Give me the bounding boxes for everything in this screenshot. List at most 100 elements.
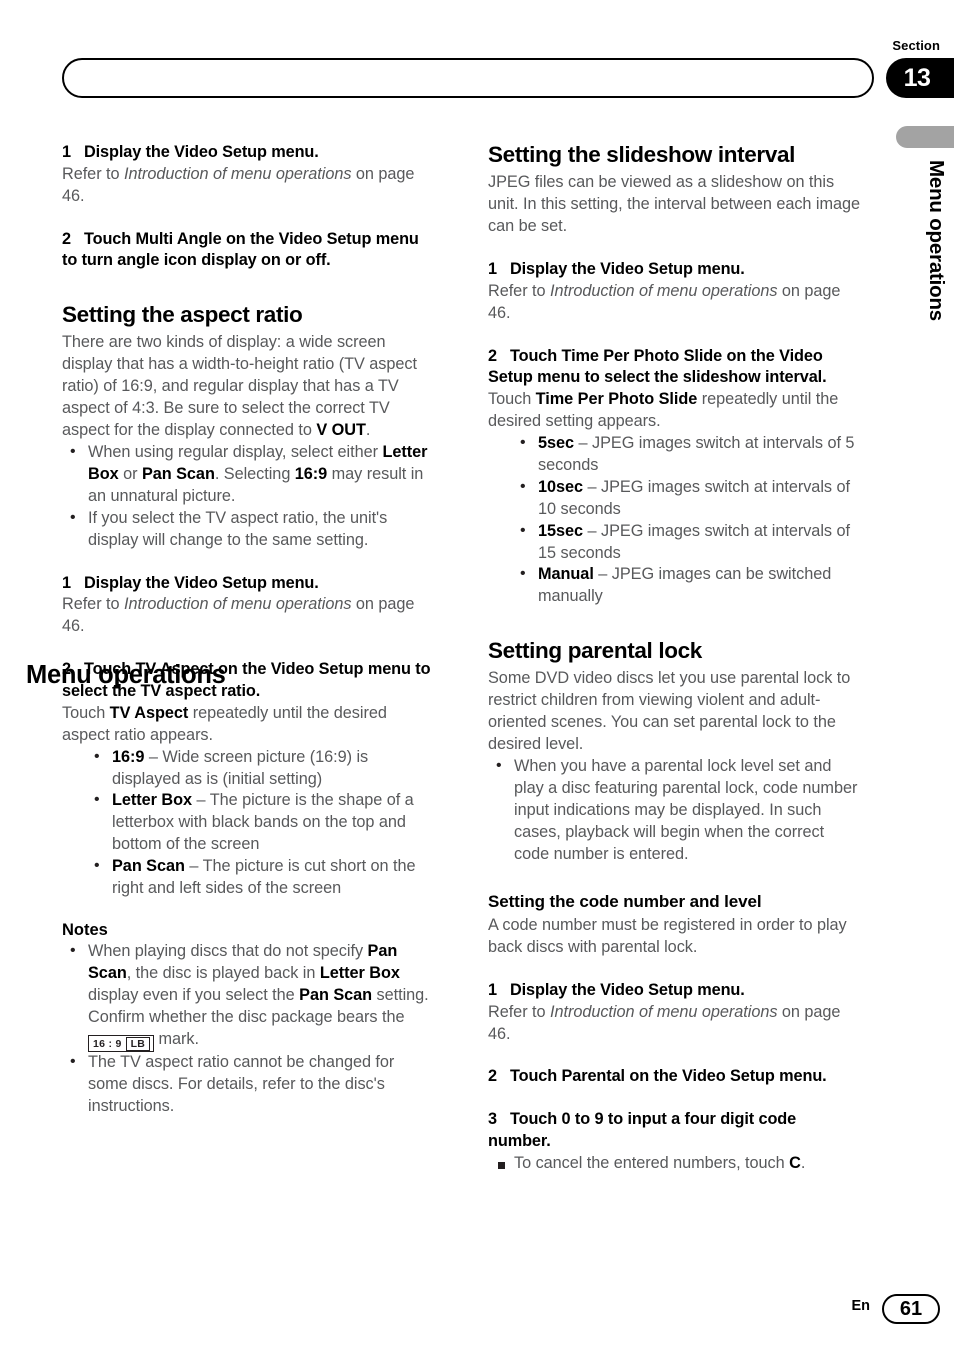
time-per-photo-slide-term: Time Per Photo Slide xyxy=(535,390,698,409)
footer-language: En xyxy=(851,1298,870,1314)
step-number: 2 xyxy=(62,229,71,248)
side-tab-label: Menu operations xyxy=(925,160,948,322)
right-column: Setting the slideshow interval JPEG file… xyxy=(488,142,860,1175)
step-touch-time-per-photo-slide: 2 Touch Time Per Photo Slide on the Video… xyxy=(488,346,860,390)
footer-page-number: 61 xyxy=(882,1294,940,1324)
list-item: The TV aspect ratio cannot be changed fo… xyxy=(62,1051,434,1118)
list-item: To cancel the entered numbers, touch C. xyxy=(488,1153,860,1175)
list-item: 5sec – JPEG images switch at intervals o… xyxy=(512,432,860,477)
code-number-intro: A code number must be registered in orde… xyxy=(488,916,847,956)
text-part: Touch xyxy=(488,390,536,409)
left-column: 1 Display the Video Setup menu. Refer to … xyxy=(62,142,434,1118)
step-text: Display the Video Setup menu. xyxy=(83,573,319,592)
step-number: 2 xyxy=(488,1067,497,1086)
text-part: mark. xyxy=(154,1029,200,1048)
option-desc: – JPEG images switch at intervals of 15 … xyxy=(538,521,850,562)
option-term: Manual xyxy=(538,565,594,584)
step-number: 2 xyxy=(62,660,71,679)
page-title-pill xyxy=(62,58,874,98)
step-text: Display the Video Setup menu. xyxy=(83,143,319,161)
notes-list: When playing discs that do not specify P… xyxy=(62,940,434,1118)
section-label: Section xyxy=(892,38,940,53)
list-item: When you have a parental lock level set … xyxy=(488,755,860,866)
parental-lock-intro: Some DVD video discs let you use parenta… xyxy=(488,669,851,754)
panscan-term: Pan Scan xyxy=(141,464,215,483)
step-touch-parental: 2 Touch Parental on the Video Setup menu. xyxy=(488,1066,860,1088)
option-term: Letter Box xyxy=(112,791,193,810)
cancel-note-list: To cancel the entered numbers, touch C. xyxy=(488,1153,860,1175)
step-text: Display the Video Setup menu. xyxy=(509,980,745,999)
slideshow-intro: JPEG files can be viewed as a slideshow … xyxy=(488,173,860,235)
list-item: Pan Scan – The picture is cut short on t… xyxy=(86,855,434,900)
step-number: 3 xyxy=(488,1110,497,1129)
heading-setting-aspect-ratio: Setting the aspect ratio xyxy=(62,302,303,328)
mark-lb-text: LB xyxy=(125,1037,151,1051)
step-refer-note-1: Refer to Introduction of menu operations… xyxy=(62,164,434,208)
tv-aspect-term: TV Aspect xyxy=(109,703,189,722)
text-part: When playing discs that do not specify xyxy=(88,942,368,960)
list-item: 16:9 – Wide screen picture (16:9) is dis… xyxy=(86,746,434,791)
text-part: To cancel the entered numbers, touch xyxy=(514,1153,790,1172)
step-text: Display the Video Setup menu. xyxy=(509,259,745,278)
option-term: 5sec xyxy=(538,434,575,453)
step-number: 1 xyxy=(488,259,497,278)
option-term: Pan Scan xyxy=(112,857,185,876)
time-per-photo-sub-instruction: Touch Time Per Photo Slide repeatedly un… xyxy=(488,389,860,433)
step-display-video-setup-slideshow: 1 Display the Video Setup menu. xyxy=(488,259,860,281)
option-term: 10sec xyxy=(538,477,584,496)
ratio-term: 16:9 xyxy=(294,464,328,483)
refer-italic-title: Introduction of menu operations xyxy=(124,164,352,183)
text-part: or xyxy=(118,464,142,483)
text-part: When using regular display, select eithe… xyxy=(88,443,383,462)
refer-prefix: Refer to xyxy=(488,281,550,300)
list-item: 10sec – JPEG images switch at intervals … xyxy=(512,476,860,521)
letterbox-term: Letter Box xyxy=(319,963,400,982)
side-tab-marker xyxy=(896,126,954,148)
step-refer-note-2: Refer to Introduction of menu operations… xyxy=(62,594,434,638)
text-part: display even if you select the xyxy=(88,985,300,1004)
heading-setting-code-number-and-level: Setting the code number and level xyxy=(488,891,762,911)
text-part: . xyxy=(800,1153,806,1172)
text-part: , the disc is played back in xyxy=(126,963,320,982)
option-desc: – JPEG images switch at intervals of 5 s… xyxy=(538,434,855,474)
refer-prefix: Refer to xyxy=(488,1002,550,1021)
refer-italic-title: Introduction of menu operations xyxy=(550,1002,778,1021)
heading-setting-slideshow-interval: Setting the slideshow interval xyxy=(488,142,796,167)
list-item: Letter Box – The picture is the shape of… xyxy=(86,789,434,856)
step-text: Touch 0 to 9 to input a four digit code … xyxy=(488,1110,797,1151)
step-touch-multi-angle: 2 Touch Multi Angle on the Video Setup me… xyxy=(62,229,434,273)
list-item: If you select the TV aspect ratio, the u… xyxy=(62,507,434,552)
tv-aspect-options-list: 16:9 – Wide screen picture (16:9) is dis… xyxy=(86,746,434,900)
step-touch-tv-aspect: 2 Touch TV Aspect on the Video Setup menu… xyxy=(62,659,434,703)
text-part: . Selecting xyxy=(214,464,295,483)
text-part: Touch xyxy=(62,703,110,722)
step-refer-note-code: Refer to Introduction of menu operations… xyxy=(488,1002,860,1046)
v-out-term: V OUT xyxy=(316,421,366,440)
step-number: 2 xyxy=(488,346,497,365)
aspect-ratio-intro: There are two kinds of display: a wide s… xyxy=(62,332,434,442)
notes-heading: Notes xyxy=(62,921,108,939)
option-term: 15sec xyxy=(538,521,584,540)
step-number: 1 xyxy=(488,980,497,999)
option-desc: – JPEG images switch at intervals of 10 … xyxy=(538,477,850,518)
parental-lock-notes-list: When you have a parental lock level set … xyxy=(488,755,860,866)
tv-aspect-sub-instruction: Touch TV Aspect repeatedly until the des… xyxy=(62,703,434,747)
list-item: Manual – JPEG images can be switched man… xyxy=(512,563,860,608)
section-number-badge: 13 xyxy=(886,58,954,98)
intro-period: . xyxy=(365,421,371,440)
refer-italic-title: Introduction of menu operations xyxy=(550,281,778,300)
refer-prefix: Refer to xyxy=(62,164,124,183)
interval-options-list: 5sec – JPEG images switch at intervals o… xyxy=(512,432,860,608)
step-number: 1 xyxy=(62,143,71,161)
mark-ratio-text: 16 : 9 xyxy=(93,1037,122,1050)
aspect-ratio-notes-list: When using regular display, select eithe… xyxy=(62,441,434,552)
list-item: When using regular display, select eithe… xyxy=(62,441,434,508)
step-text: Touch Parental on the Video Setup menu. xyxy=(509,1067,827,1086)
step-refer-note-slideshow: Refer to Introduction of menu operations… xyxy=(488,281,860,325)
c-key-term: C xyxy=(789,1153,801,1172)
step-display-video-setup-code: 1 Display the Video Setup menu. xyxy=(488,980,860,1002)
step-text: Touch Multi Angle on the Video Setup men… xyxy=(62,229,419,270)
step-text: Touch TV Aspect on the Video Setup menu … xyxy=(62,660,431,701)
step-display-video-setup-2: 1 Display the Video Setup menu. xyxy=(62,573,434,595)
refer-italic-title: Introduction of menu operations xyxy=(124,595,352,614)
